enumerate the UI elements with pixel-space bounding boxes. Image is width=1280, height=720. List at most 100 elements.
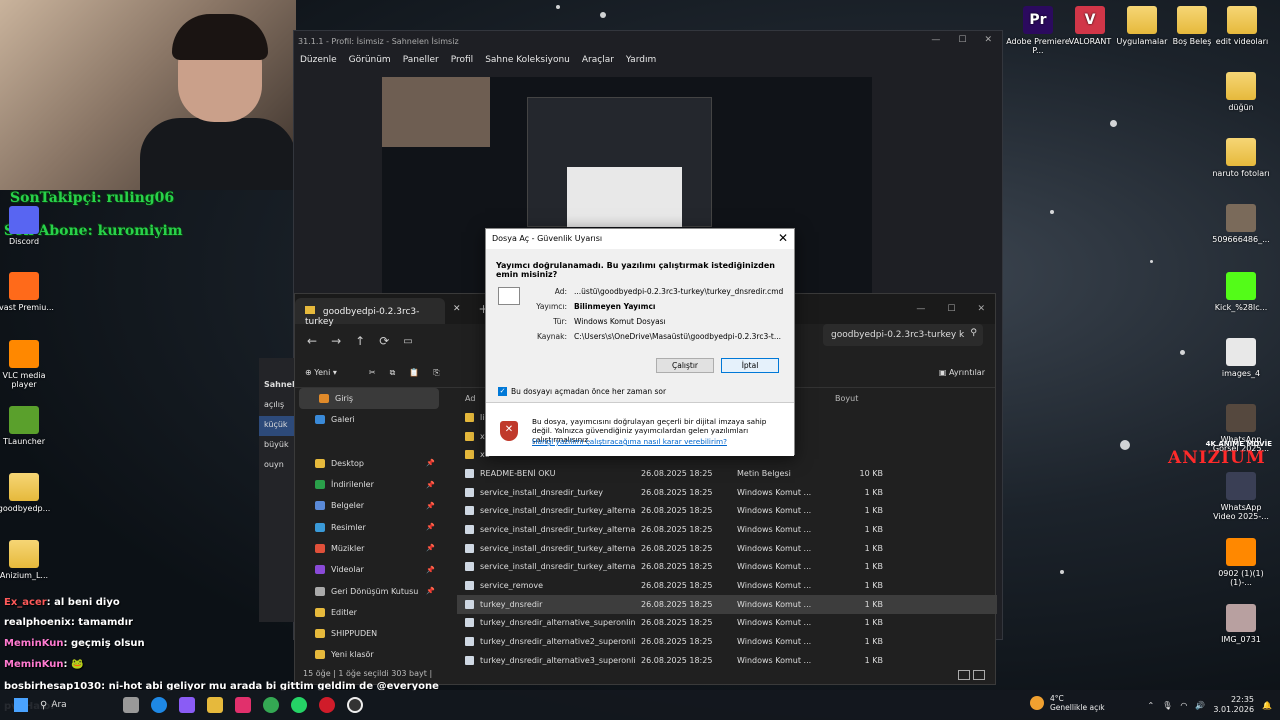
scene-item[interactable]: açılış	[259, 396, 295, 416]
edge-icon[interactable]	[150, 697, 167, 713]
nav-item[interactable]: Müzikler 📌	[295, 538, 443, 559]
nav-item[interactable]: Geri Dönüşüm Kutusu 📌	[295, 580, 443, 601]
desktop-icon[interactable]: edit videoları	[1210, 6, 1274, 46]
desktop-icon[interactable]: Avast Premiu...	[0, 272, 56, 312]
maximize-icon[interactable]: ☐	[958, 35, 966, 45]
copilot-icon[interactable]	[178, 697, 195, 713]
rename-icon[interactable]: ⎘	[433, 368, 439, 378]
weather-widget[interactable]: 4°C Genellikle açık	[1030, 694, 1105, 712]
file-row[interactable]: README-BENİ OKU 26.08.2025 18:25 Metin Bel…	[457, 464, 997, 483]
desktop-icon[interactable]: naruto fotoları	[1209, 138, 1273, 178]
file-row[interactable]: service_install_dnsredir_turkey 26.08.202…	[457, 483, 997, 502]
desktop-icon[interactable]: düğün	[1209, 72, 1273, 112]
new-button[interactable]: ⊕ Yeni ▾	[305, 368, 337, 377]
refresh-icon[interactable]: ⟳	[379, 334, 389, 348]
run-button[interactable]: Çalıştır	[656, 358, 714, 373]
cancel-button[interactable]: İptal	[721, 358, 779, 373]
close-icon[interactable]: ✕	[977, 304, 985, 314]
wifi-icon[interactable]: ◠	[1180, 701, 1187, 710]
help-link[interactable]: Hangi yazılımı çalıştıracağıma nasıl kar…	[532, 437, 727, 446]
nav-item[interactable]: Desktop 📌	[295, 453, 443, 474]
details-view-icon[interactable]	[958, 670, 970, 680]
desktop-icon[interactable]: IMG_0731	[1209, 604, 1273, 644]
obs-icon[interactable]	[346, 697, 363, 713]
nav-item[interactable]: Giriş	[299, 388, 439, 410]
chevron-up-icon[interactable]: ⌃	[1148, 701, 1155, 710]
obs-menu-item[interactable]: Görünüm	[349, 55, 391, 65]
minimize-icon[interactable]: —	[916, 304, 925, 314]
nav-item[interactable]: Videolar 📌	[295, 559, 443, 580]
file-row[interactable]: turkey_dnsredir_alternative3_superonline…	[457, 651, 997, 670]
minimize-icon[interactable]: —	[931, 35, 940, 45]
file-row[interactable]: service_install_dnsredir_turkey_alternat…	[457, 520, 997, 539]
pin-icon[interactable]: 📌	[426, 502, 435, 510]
desktop-icon[interactable]: Discord	[0, 206, 56, 246]
desktop-icon[interactable]: 509666486_...	[1209, 204, 1273, 244]
details-button[interactable]: ▣ Ayrıntılar	[939, 368, 985, 377]
file-row[interactable]: turkey_dnsredir_alternative_superonline 2…	[457, 614, 997, 633]
pin-icon[interactable]: 📌	[426, 566, 435, 574]
copy-icon[interactable]: ⧉	[390, 368, 396, 378]
close-icon[interactable]: ✕	[778, 231, 788, 245]
task-view-icon[interactable]	[122, 697, 139, 713]
desktop-icon[interactable]: WhatsApp Video 2025-...	[1209, 472, 1273, 521]
clock[interactable]: 22:35 3.01.2026	[1213, 695, 1254, 715]
view-icon[interactable]: ▭	[403, 336, 412, 347]
scene-item[interactable]: küçük	[259, 416, 295, 436]
desktop-icon[interactable]: TLauncher	[0, 406, 56, 446]
desktop-icon[interactable]: Kick_%28lc...	[1209, 272, 1273, 312]
nav-item[interactable]: Belgeler 📌	[295, 495, 443, 516]
obs-menu-item[interactable]: Düzenle	[300, 55, 337, 65]
nav-item[interactable]: Resimler 📌	[295, 516, 443, 537]
nav-item[interactable]: Galeri	[295, 409, 443, 430]
pin-icon[interactable]: 📌	[426, 481, 435, 489]
search-field[interactable]: goodbyedpi-0.2.3rc3-turkey k ⚲	[823, 324, 983, 346]
desktop-icon[interactable]: goodbyedp...	[0, 473, 56, 513]
chrome-icon[interactable]	[262, 697, 279, 713]
close-tab-icon[interactable]: ✕	[453, 304, 461, 314]
back-icon[interactable]: ←	[307, 334, 317, 348]
maximize-icon[interactable]: ☐	[947, 304, 955, 314]
obs-menu-item[interactable]: Paneller	[403, 55, 439, 65]
opera-icon[interactable]	[318, 697, 335, 713]
paste-icon[interactable]: 📋	[409, 368, 419, 377]
desktop-icon[interactable]: VLC media player	[0, 340, 56, 389]
nav-item[interactable]: İndirilenler 📌	[295, 474, 443, 495]
taskbar-search-label[interactable]: Ara	[51, 700, 66, 710]
file-row[interactable]: service_install_dnsredir_turkey_alternat…	[457, 501, 997, 520]
obs-menu-item[interactable]: Araçlar	[582, 55, 614, 65]
pin-icon[interactable]: 📌	[426, 587, 435, 595]
pin-icon[interactable]: 📌	[426, 544, 435, 552]
file-row[interactable]: turkey_dnsredir 26.08.2025 18:25 Windows K…	[457, 594, 997, 614]
tiles-view-icon[interactable]	[973, 670, 985, 680]
scene-item[interactable]: büyük	[259, 436, 295, 456]
forward-icon[interactable]: →	[331, 334, 341, 348]
cut-icon[interactable]: ✂	[369, 368, 376, 377]
scene-item[interactable]: ouyn	[259, 456, 295, 476]
file-row[interactable]: service_install_dnsredir_turkey_alternat…	[457, 558, 997, 577]
scene-item[interactable]: Sahnel	[259, 376, 295, 396]
desktop-icon[interactable]: images_4	[1209, 338, 1273, 378]
microphone-icon[interactable]: 🎙	[1162, 701, 1172, 710]
pin-icon[interactable]: 📌	[426, 459, 435, 467]
file-row[interactable]: turkey_dnsredir_alternative2_superonline…	[457, 632, 997, 651]
notification-bell-icon[interactable]: 🔔	[1262, 701, 1272, 710]
desktop-icon[interactable]: 0902 (1)(1)(1)-...	[1209, 538, 1273, 587]
file-row[interactable]: service_remove 26.08.2025 18:25 Windows Ko…	[457, 576, 997, 595]
instagram-icon[interactable]	[234, 697, 251, 713]
pin-icon[interactable]: 📌	[426, 523, 435, 531]
volume-icon[interactable]: 🔊	[1195, 701, 1205, 710]
nav-item[interactable]: SHIPPUDEN	[295, 623, 443, 644]
obs-menu-item[interactable]: Profil	[451, 55, 473, 65]
whatsapp-icon[interactable]	[290, 697, 307, 713]
search-icon[interactable]: ⚲	[40, 700, 47, 711]
up-icon[interactable]: ↑	[355, 334, 365, 348]
desktop-icon[interactable]: Anizium_L...	[0, 540, 56, 580]
file-row[interactable]: service_install_dnsredir_turkey_alternat…	[457, 539, 997, 558]
obs-menu-item[interactable]: Sahne Koleksiyonu	[485, 55, 570, 65]
close-icon[interactable]: ✕	[984, 35, 992, 45]
windows-start-icon[interactable]	[14, 698, 28, 712]
nav-item[interactable]: Yeni klasör	[295, 644, 443, 665]
explorer-tab[interactable]: goodbyedpi-0.2.3rc3-turkey	[295, 298, 445, 327]
nav-item[interactable]: Editler	[295, 602, 443, 623]
